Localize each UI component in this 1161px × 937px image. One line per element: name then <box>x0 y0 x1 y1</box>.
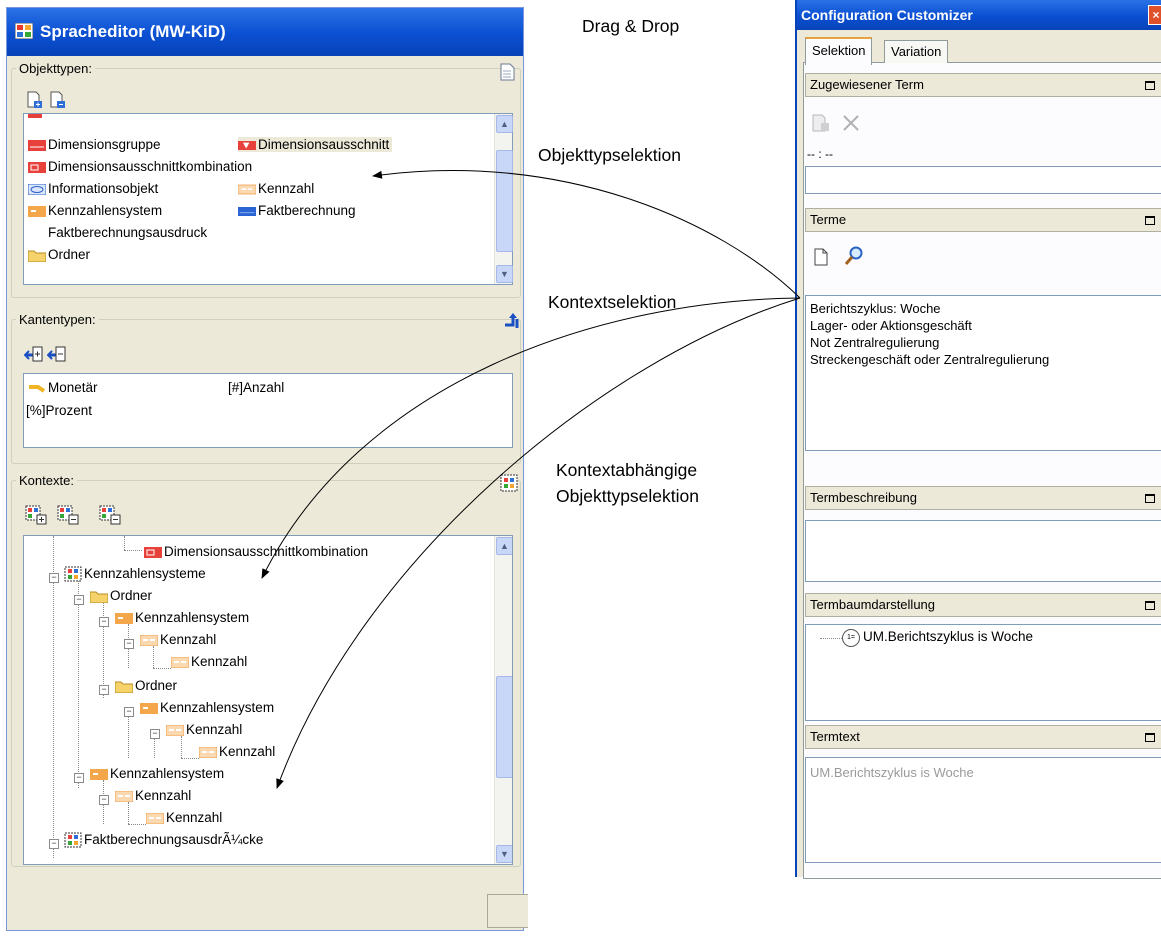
arrow-objekttypselektion <box>372 169 801 299</box>
tab-selektion[interactable]: Selektion <box>805 37 873 65</box>
arrow-kontextselektion <box>261 297 801 579</box>
annotation-arrows <box>261 169 801 789</box>
arrow-kontextabhaengige <box>276 297 801 789</box>
